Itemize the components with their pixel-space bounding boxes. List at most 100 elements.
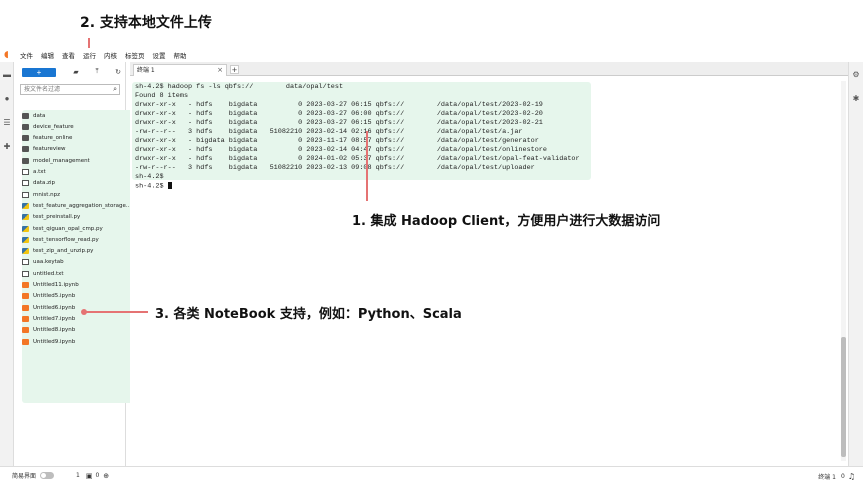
terminal-scrollbar[interactable]	[841, 81, 846, 461]
file-item-name: Untitled11.ipynb	[33, 282, 79, 288]
terminal-line-text: drwxr-xr-x - hdfs bigdata 0 2023-02-14 0…	[135, 146, 547, 154]
close-icon[interactable]: ×	[217, 65, 223, 76]
terminal-line: drwxr-xr-x - hdfs bigdata 0 2023-03-27 0…	[135, 101, 543, 110]
filter-input[interactable]: 按文件名过滤 ⌕	[20, 84, 120, 95]
file-item[interactable]: Untitled9.ipynb	[22, 336, 75, 347]
file-item[interactable]: Untitled11.ipynb	[22, 280, 79, 291]
file-item[interactable]: device_feature	[22, 121, 74, 132]
bell-icon[interactable]: ♫	[848, 472, 855, 481]
file-item-name: model_management	[33, 157, 90, 164]
file-item-name: Untitled7.ipynb	[33, 315, 76, 322]
file-item-name: uaa.keytab	[33, 259, 64, 266]
menu-file[interactable]: 文件	[20, 50, 33, 60]
terminal-line-text: drwxr-xr-x - hdfs bigdata 0 2023-03-27 0…	[135, 119, 543, 127]
file-item[interactable]: test_preinstall.py	[22, 212, 80, 223]
file-item-name: Untitled6.ipynb	[33, 304, 76, 311]
left-activity-bar: ▬ ● ☰ ✚	[0, 62, 14, 466]
file-item-name: featureview	[33, 146, 66, 153]
new-folder-icon[interactable]: ▰	[72, 68, 80, 76]
file-item-name: device_feature	[33, 123, 74, 130]
file-item[interactable]: uaa.keytab	[22, 257, 64, 268]
file-item[interactable]: feature_online	[22, 133, 72, 144]
new-launcher-button[interactable]: +	[22, 67, 56, 77]
terminal-line: -rw-r--r-- 3 hdfs bigdata 51082210 2023-…	[135, 164, 535, 173]
kernel-count: 0	[95, 472, 100, 479]
menu-run[interactable]: 运行	[83, 50, 96, 60]
callout-hadoop: 1. 集成 Hadoop Client，方便用户进行大数据访问	[352, 214, 661, 229]
extension-icon[interactable]: ✚	[2, 142, 12, 152]
file-item[interactable]: model_management	[22, 155, 90, 166]
terminal-count: 1	[76, 472, 80, 479]
file-item[interactable]: Untitled8.ipynb	[22, 325, 75, 336]
status-terminal-label: 终端 1	[818, 473, 836, 481]
file-item[interactable]: untitled.txt	[22, 268, 64, 279]
folder-icon[interactable]: ▬	[2, 70, 12, 80]
file-item-name: Untitled5.ipynb	[33, 293, 76, 300]
file-item[interactable]: data.zip	[22, 178, 55, 189]
file-item-name: feature_online	[33, 135, 73, 142]
file-item-name: a.txt	[33, 169, 46, 175]
notebook-icon	[22, 315, 29, 322]
terminal-line: drwxr-xr-x - hdfs bigdata 0 2023-03-27 0…	[135, 110, 543, 119]
menu-settings[interactable]: 设置	[153, 50, 166, 60]
terminal-line: sh-4.2$	[135, 182, 172, 191]
callout-upload: 2. 支持本地文件上传	[80, 15, 212, 31]
notebook-icon	[22, 293, 29, 300]
status-bar: 简易界面 1 ▣ 0 ⊕ 终端 1 0 ♫	[0, 466, 863, 484]
folder-icon	[22, 157, 29, 164]
file-item-name: data.zip	[33, 180, 56, 187]
file-item-name: test_preinstall.py	[33, 214, 81, 221]
file-item[interactable]: a.txt	[22, 167, 46, 178]
file-item[interactable]: test_zip_and_unzip.py	[22, 246, 93, 257]
add-tab-button[interactable]: +	[230, 65, 239, 75]
status-right: 终端 1 0 ♫	[818, 467, 855, 484]
simple-mode-label: 简易界面	[12, 473, 37, 480]
property-inspector-icon[interactable]: ⚙	[851, 70, 861, 80]
terminal-line-text: drwxr-xr-x - hdfs bigdata 0 2023-03-27 0…	[135, 110, 543, 118]
file-item-name: test_tensorflow_read.py	[33, 236, 99, 243]
callout-notebook: 3. 各类 NoteBook 支持，例如：Python、Scala	[155, 307, 462, 322]
file-item[interactable]: test_qiguan_opal_cmp.py	[22, 223, 103, 234]
python-file-icon	[22, 225, 29, 232]
menu-tabs[interactable]: 标签页	[125, 50, 145, 60]
jupyterlab-window: ◖ 文件 编辑 查看 运行 内核 标签页 设置 帮助 ▬ ● ☰ ✚ + ▰ ⤒…	[0, 48, 863, 484]
file-browser: + ▰ ⤒ ↻ 按文件名过滤 ⌕ data device_featurefeatu…	[14, 62, 134, 466]
file-item[interactable]: data	[22, 110, 45, 121]
running-icon[interactable]: ●	[2, 94, 12, 104]
terminal-line: sh-4.2$	[135, 173, 164, 182]
file-item-name: data	[33, 112, 46, 119]
refresh-icon[interactable]: ↻	[114, 68, 122, 76]
debugger-icon[interactable]: ✱	[851, 94, 861, 104]
python-file-icon	[22, 248, 29, 255]
main-area: 终端 1 × + sh-4.2$ hadoop fs -ls qbfs:// d…	[130, 62, 848, 466]
terminal-line-text: drwxr-xr-x - bigdata bigdata 0 2023-11-1…	[135, 137, 539, 145]
notebook-icon	[22, 338, 29, 345]
folder-icon	[22, 146, 29, 153]
scroll-thumb[interactable]	[841, 337, 846, 457]
terminal-line: drwxr-xr-x - hdfs bigdata 0 2023-02-14 0…	[135, 146, 547, 155]
terminal-line-text: -rw-r--r-- 3 hdfs bigdata 51082210 2023-…	[135, 128, 523, 136]
terminal[interactable]: sh-4.2$ hadoop fs -ls qbfs:// data/opal/…	[130, 77, 848, 466]
simple-mode-toggle[interactable]	[40, 472, 55, 479]
file-item[interactable]: mnist.npz	[22, 189, 60, 200]
file-item-name: test_zip_and_unzip.py	[33, 248, 94, 255]
file-item[interactable]: Untitled5.ipynb	[22, 291, 75, 302]
menu-edit[interactable]: 编辑	[41, 50, 54, 60]
menu-view[interactable]: 查看	[62, 50, 75, 60]
file-item[interactable]: test_feature_aggregation_storage...	[22, 200, 131, 211]
file-item[interactable]: Untitled7.ipynb	[22, 313, 75, 324]
terminal-line-text: drwxr-xr-x - hdfs bigdata 0 2023-03-27 0…	[135, 101, 543, 109]
file-item[interactable]: featureview	[22, 144, 66, 155]
menu-help[interactable]: 帮助	[174, 50, 187, 60]
tab-terminal-1[interactable]: 终端 1 ×	[133, 64, 227, 76]
toc-icon[interactable]: ☰	[2, 118, 12, 128]
file-icon	[22, 270, 29, 277]
file-item[interactable]: Untitled6.ipynb	[22, 302, 75, 313]
status-notification-count: 0	[841, 472, 845, 480]
file-item[interactable]: test_tensorflow_read.py	[22, 234, 99, 245]
python-file-icon	[22, 214, 29, 221]
tab-label: 终端 1	[137, 67, 155, 74]
menu-kernel[interactable]: 内核	[104, 50, 117, 60]
upload-icon[interactable]: ⤒	[93, 68, 101, 76]
file-item-name: test_qiguan_opal_cmp.py	[33, 225, 103, 232]
